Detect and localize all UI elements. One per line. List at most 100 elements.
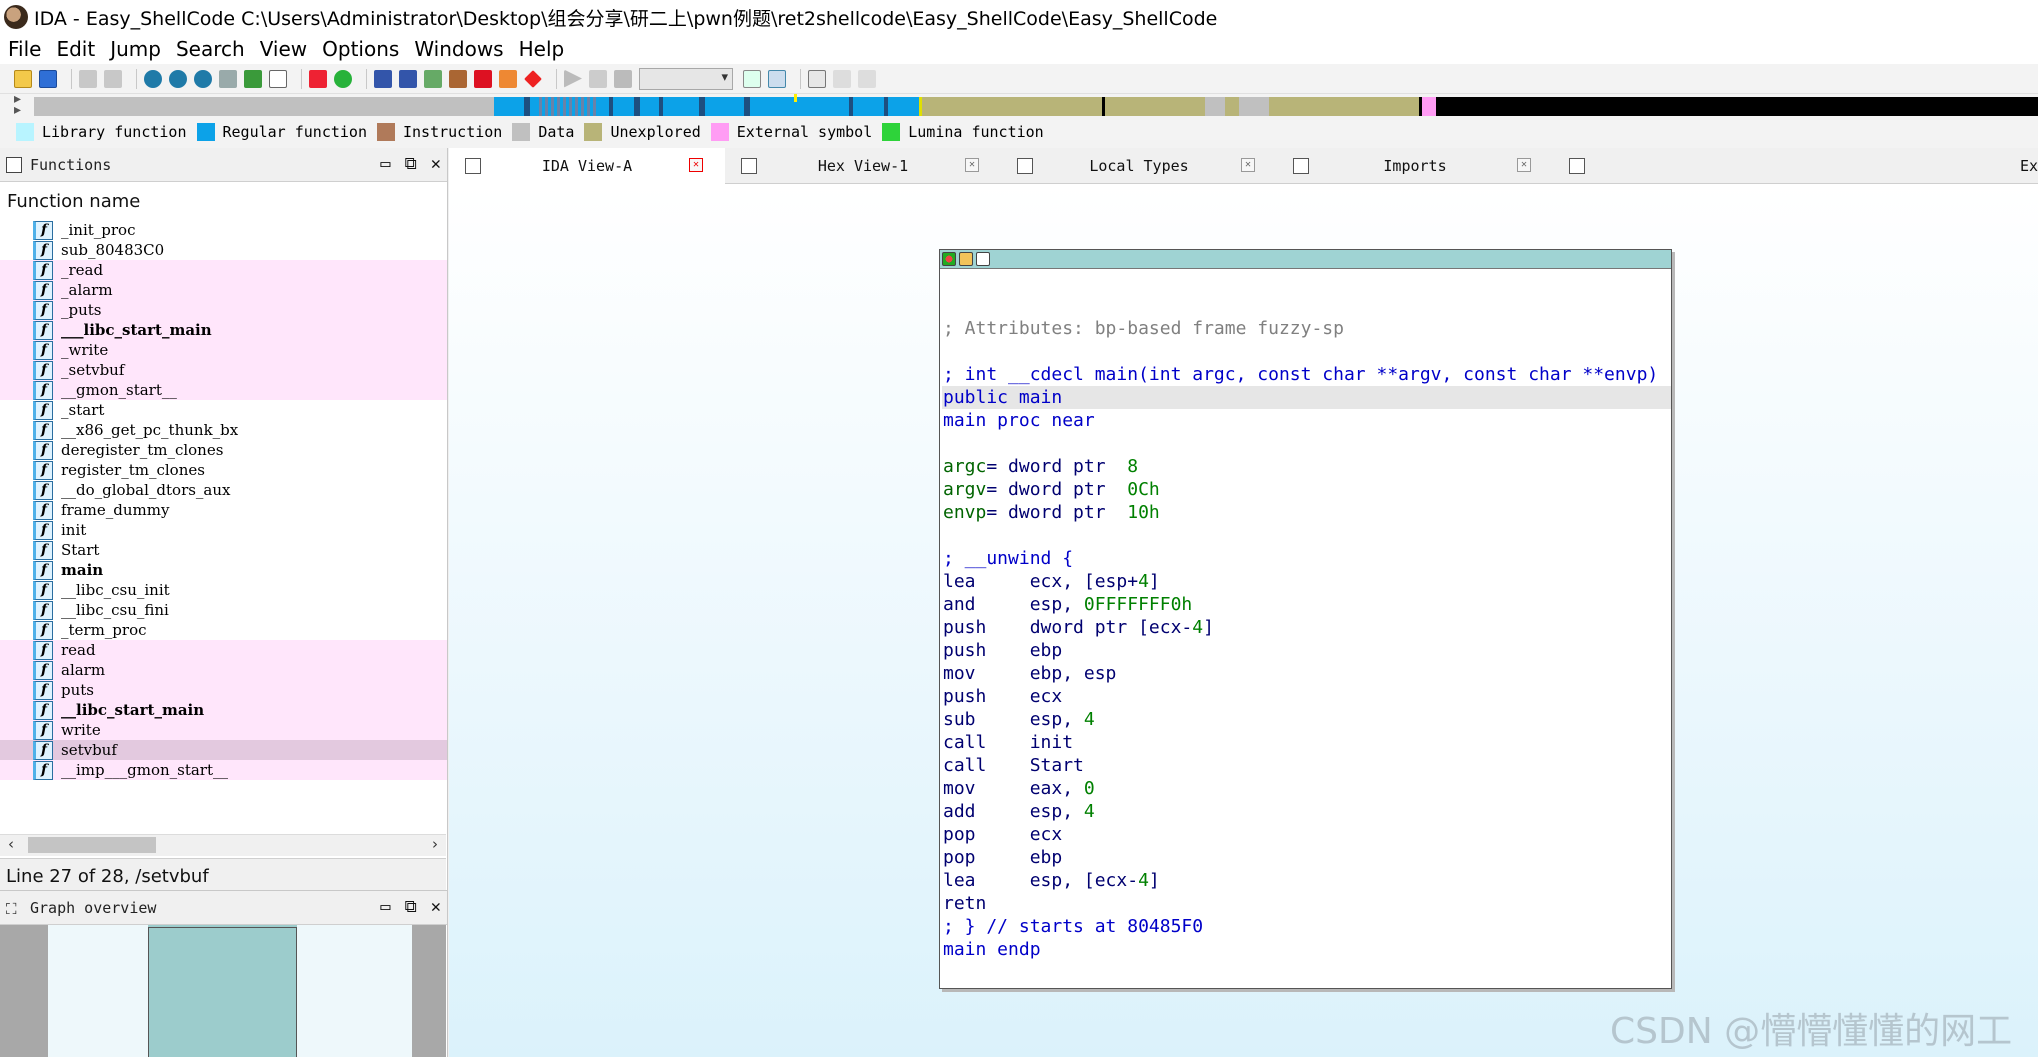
function-list-item[interactable]: f ___libc_start_main: [0, 320, 447, 340]
code-line[interactable]: lea esp, [ecx-4]: [942, 869, 1671, 892]
function-list-item[interactable]: f _init_proc: [0, 220, 447, 240]
save-icon[interactable]: [39, 69, 57, 88]
menu-help[interactable]: Help: [519, 37, 565, 61]
function-list-item[interactable]: f puts: [0, 680, 447, 700]
back-arrow-icon[interactable]: [79, 69, 97, 88]
breakpoint-icon[interactable]: [474, 69, 492, 88]
function-list-item[interactable]: f init: [0, 520, 447, 540]
code-line[interactable]: retn: [942, 892, 1671, 915]
menu-edit[interactable]: Edit: [56, 37, 95, 61]
function-list-item[interactable]: f __libc_csu_fini: [0, 600, 447, 620]
function-list-item[interactable]: f __do_global_dtors_aux: [0, 480, 447, 500]
function-list-item[interactable]: f _start: [0, 400, 447, 420]
array-icon[interactable]: [449, 69, 467, 88]
scroll-left-icon[interactable]: ‹: [8, 835, 14, 853]
close-icon[interactable]: ✕: [431, 154, 441, 174]
pseudocode-icon[interactable]: [743, 69, 761, 88]
code-line[interactable]: argv= dword ptr 0Ch: [942, 478, 1671, 501]
graph-overview-viewport[interactable]: [148, 927, 297, 1057]
nav-band-arrows-icon[interactable]: ▸ ▸: [14, 92, 21, 117]
function-list-item[interactable]: f _read: [0, 260, 447, 280]
pause-icon[interactable]: [589, 69, 607, 88]
code-line[interactable]: main endp: [942, 938, 1671, 961]
outdent-icon[interactable]: [833, 69, 851, 88]
code-line[interactable]: push ecx: [942, 685, 1671, 708]
graph-node-main[interactable]: ; Attributes: bp-based frame fuzzy-sp ; i…: [939, 249, 1672, 989]
function-list-item[interactable]: f setvbuf: [0, 740, 447, 760]
code-icon[interactable]: [374, 69, 392, 88]
function-list-item[interactable]: f _alarm: [0, 280, 447, 300]
code-line[interactable]: call init: [942, 731, 1671, 754]
code-line[interactable]: lea ecx, [esp+4]: [942, 570, 1671, 593]
indent-icon[interactable]: [858, 69, 876, 88]
function-name-column-header[interactable]: Function name: [0, 182, 447, 220]
function-list-item[interactable]: f alarm: [0, 660, 447, 680]
code-line[interactable]: main proc near: [942, 409, 1671, 432]
lumina-icon[interactable]: [334, 69, 352, 88]
code-line[interactable]: push dword ptr [ecx-4]: [942, 616, 1671, 639]
tab-close-icon[interactable]: ✕: [965, 158, 979, 172]
function-list-item[interactable]: f _puts: [0, 300, 447, 320]
function-list-item[interactable]: f Start: [0, 540, 447, 560]
function-list-item[interactable]: f register_tm_clones: [0, 460, 447, 480]
code-line[interactable]: and esp, 0FFFFFFF0h: [942, 593, 1671, 616]
code-line[interactable]: mov eax, 0: [942, 777, 1671, 800]
code-line[interactable]: mov ebp, esp: [942, 662, 1671, 685]
forward-arrow-icon[interactable]: [104, 69, 122, 88]
tab-ex[interactable]: Ex: [1553, 148, 2038, 184]
restore-icon[interactable]: ⧉: [405, 154, 417, 174]
list-icon[interactable]: [808, 69, 826, 88]
function-list-item[interactable]: f deregister_tm_clones: [0, 440, 447, 460]
text-view-icon[interactable]: [194, 69, 212, 88]
data-icon[interactable]: [399, 69, 417, 88]
restore-icon[interactable]: ⧉: [405, 897, 417, 917]
graph-view-icon[interactable]: [144, 69, 162, 88]
code-line[interactable]: [942, 340, 1671, 363]
tab-hex-view-1[interactable]: Hex View-1 ✕: [725, 148, 1001, 184]
functions-list[interactable]: f _init_proc f sub_80483C0 f _read f _alarm f _pu…: [0, 220, 447, 816]
code-line[interactable]: add esp, 4: [942, 800, 1671, 823]
tab-local-types[interactable]: Local Types ✕: [1001, 148, 1277, 184]
code-line[interactable]: [942, 432, 1671, 455]
code-line[interactable]: [942, 294, 1671, 317]
maximize-icon[interactable]: ▭: [380, 154, 390, 174]
node-color-icon[interactable]: [942, 252, 956, 266]
menu-options[interactable]: Options: [322, 37, 399, 61]
menu-view[interactable]: View: [260, 37, 307, 61]
text-search-icon[interactable]: [269, 69, 287, 88]
stop-icon[interactable]: [524, 69, 542, 88]
tab-close-icon[interactable]: ✕: [1517, 158, 1531, 172]
function-list-item[interactable]: f __gmon_start__: [0, 380, 447, 400]
maximize-icon[interactable]: ▭: [380, 897, 390, 917]
function-list-item[interactable]: f read: [0, 640, 447, 660]
function-list-item[interactable]: f __libc_start_main: [0, 700, 447, 720]
navigation-strip[interactable]: [34, 94, 2038, 116]
scroll-right-icon[interactable]: ›: [432, 835, 438, 853]
code-line[interactable]: push ebp: [942, 639, 1671, 662]
patch-icon[interactable]: [499, 69, 517, 88]
code-line[interactable]: public main: [942, 386, 1671, 409]
disassembly-listing[interactable]: ; Attributes: bp-based frame fuzzy-sp ; i…: [942, 294, 1671, 961]
tab-close-icon[interactable]: ✕: [1241, 158, 1255, 172]
function-list-item[interactable]: f __imp___gmon_start__: [0, 760, 447, 780]
menu-search[interactable]: Search: [176, 37, 245, 61]
stop-debug-icon[interactable]: [614, 69, 632, 88]
proximity-icon[interactable]: [309, 69, 327, 88]
tab-imports[interactable]: Imports ✕: [1277, 148, 1553, 184]
function-list-item[interactable]: f _term_proc: [0, 620, 447, 640]
xref-icon[interactable]: [244, 69, 262, 88]
tab-close-icon[interactable]: ✕: [689, 158, 703, 172]
scrollbar-thumb[interactable]: [28, 837, 156, 853]
hex-view-icon[interactable]: [169, 69, 187, 88]
ida-view-graph[interactable]: ; Attributes: bp-based frame fuzzy-sp ; i…: [449, 184, 2038, 1057]
code-line[interactable]: ; Attributes: bp-based frame fuzzy-sp: [942, 317, 1671, 340]
menu-jump[interactable]: Jump: [110, 37, 161, 61]
function-list-item[interactable]: f _setvbuf: [0, 360, 447, 380]
menu-windows[interactable]: Windows: [414, 37, 503, 61]
decompile-icon[interactable]: [768, 69, 786, 88]
function-list-item[interactable]: f _write: [0, 340, 447, 360]
debugger-select[interactable]: [639, 67, 733, 90]
code-line[interactable]: argc= dword ptr 8: [942, 455, 1671, 478]
graph-overview-canvas[interactable]: [0, 925, 446, 1057]
jump-icon[interactable]: [219, 69, 237, 88]
